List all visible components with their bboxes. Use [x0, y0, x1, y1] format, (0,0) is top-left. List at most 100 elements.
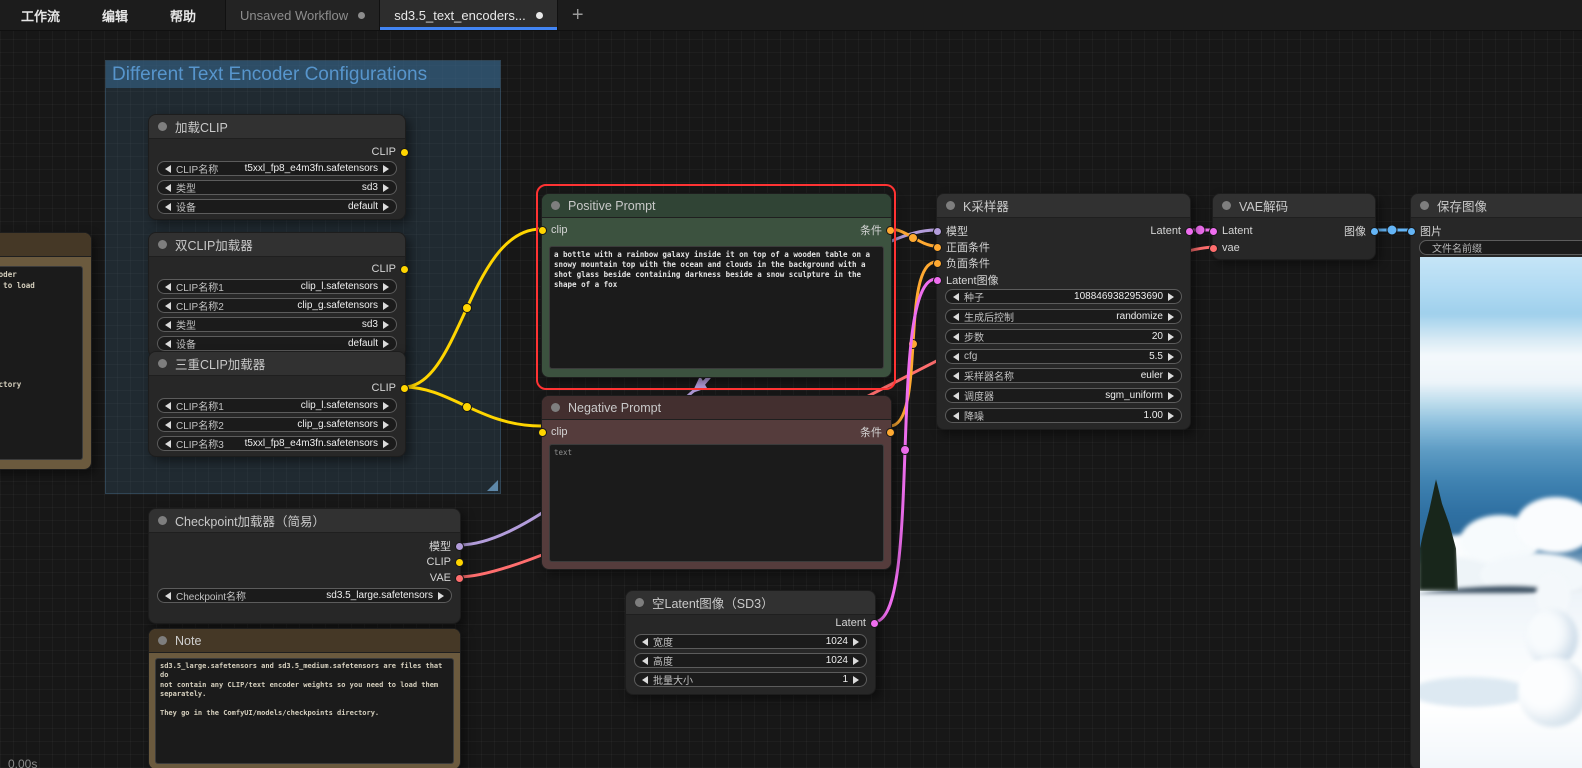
input-dot-latent[interactable] [933, 276, 942, 285]
widget-right-arrow-icon[interactable] [1168, 333, 1174, 341]
prompt-textarea[interactable]: text [549, 444, 884, 562]
input-dot-positive[interactable] [933, 243, 942, 252]
node-empty-latent-sd3[interactable]: 空Latent图像（SD3） Latent 宽度1024 高度1024 批量大小… [625, 590, 876, 695]
widget-left-arrow-icon[interactable] [953, 412, 959, 420]
node-load-clip[interactable]: 加载CLIP CLIP CLIP名称t5xxl_fp8_e4m3fn.safet… [148, 114, 406, 220]
widget-control-after-generate[interactable]: 生成后控制randomize [945, 309, 1182, 324]
collapse-dot-icon[interactable] [158, 359, 167, 368]
widget-left-arrow-icon[interactable] [953, 392, 959, 400]
node-title-bar[interactable]: Negative Prompt [542, 396, 891, 420]
widget-right-arrow-icon[interactable] [383, 283, 389, 291]
generated-image-preview[interactable] [1420, 257, 1582, 768]
widget-batch-size[interactable]: 批量大小1 [634, 672, 867, 687]
output-dot-latent[interactable] [1185, 227, 1194, 236]
widget-right-arrow-icon[interactable] [1168, 293, 1174, 301]
node-title-bar[interactable]: VAE解码 [1213, 194, 1375, 218]
output-dot-latent[interactable] [870, 619, 879, 628]
node-checkpoint-loader[interactable]: Checkpoint加载器（简易） 模型 CLIP VAE Checkpoint… [148, 508, 461, 624]
widget-right-arrow-icon[interactable] [383, 321, 389, 329]
widget-right-arrow-icon[interactable] [1168, 412, 1174, 420]
widget-left-arrow-icon[interactable] [953, 333, 959, 341]
node-title-bar[interactable]: 三重CLIP加载器 [149, 352, 405, 376]
node-title-bar[interactable]: K采样器 [937, 194, 1190, 218]
node-title-bar[interactable]: Positive Prompt [542, 194, 891, 218]
collapse-dot-icon[interactable] [158, 516, 167, 525]
widget-right-arrow-icon[interactable] [383, 184, 389, 192]
collapse-dot-icon[interactable] [946, 201, 955, 210]
widget-type[interactable]: 类型sd3 [157, 180, 397, 195]
node-title-bar[interactable]: 空Latent图像（SD3） [626, 591, 875, 615]
widget-left-arrow-icon[interactable] [642, 657, 648, 665]
unsaved-indicator-icon[interactable] [536, 12, 543, 19]
widget-right-arrow-icon[interactable] [853, 638, 859, 646]
widget-device[interactable]: 设备default [157, 199, 397, 214]
widget-checkpoint-name[interactable]: Checkpoint名称sd3.5_large.safetensors [157, 588, 452, 603]
widget-filename-prefix[interactable]: 文件名前缀 [1419, 240, 1582, 255]
note-textarea[interactable]: sd3.5_large.safetensors and sd3.5_medium… [155, 658, 454, 764]
collapse-dot-icon[interactable] [158, 122, 167, 131]
widget-clip-name2[interactable]: CLIP名称2clip_g.safetensors [157, 298, 397, 313]
widget-left-arrow-icon[interactable] [165, 203, 171, 211]
node-title-bar[interactable]: Checkpoint加载器（简易） [149, 509, 460, 533]
widget-height[interactable]: 高度1024 [634, 653, 867, 668]
widget-right-arrow-icon[interactable] [383, 421, 389, 429]
node-vae-decode[interactable]: VAE解码 Latent vae 图像 [1212, 193, 1376, 260]
widget-left-arrow-icon[interactable] [953, 353, 959, 361]
widget-right-arrow-icon[interactable] [1168, 313, 1174, 321]
node-ksampler[interactable]: K采样器 模型 正面条件 负面条件 Latent图像 Latent 种子1088… [936, 193, 1191, 430]
menu-help[interactable]: 帮助 [149, 0, 217, 30]
widget-right-arrow-icon[interactable] [383, 340, 389, 348]
output-dot-conditioning[interactable] [886, 428, 895, 437]
widget-left-arrow-icon[interactable] [165, 165, 171, 173]
widget-right-arrow-icon[interactable] [1168, 353, 1174, 361]
widget-left-arrow-icon[interactable] [165, 340, 171, 348]
widget-right-arrow-icon[interactable] [383, 203, 389, 211]
collapse-dot-icon[interactable] [1420, 201, 1429, 210]
collapse-dot-icon[interactable] [551, 201, 560, 210]
unsaved-indicator-icon[interactable] [358, 12, 365, 19]
widget-right-arrow-icon[interactable] [383, 440, 389, 448]
output-dot-image[interactable] [1370, 227, 1379, 236]
node-note-clipped[interactable]: nt text encoder can see how to load se f… [0, 232, 92, 470]
widget-steps[interactable]: 步数20 [945, 329, 1182, 344]
widget-right-arrow-icon[interactable] [438, 592, 444, 600]
new-tab-button[interactable]: + [558, 0, 598, 30]
widget-right-arrow-icon[interactable] [1168, 392, 1174, 400]
widget-clip-name1[interactable]: CLIP名称1clip_l.safetensors [157, 279, 397, 294]
widget-left-arrow-icon[interactable] [165, 402, 171, 410]
node-triple-clip-loader[interactable]: 三重CLIP加载器 CLIP CLIP名称1clip_l.safetensors… [148, 351, 406, 457]
input-dot-clip[interactable] [538, 428, 547, 437]
collapse-dot-icon[interactable] [158, 240, 167, 249]
widget-width[interactable]: 宽度1024 [634, 634, 867, 649]
widget-right-arrow-icon[interactable] [383, 402, 389, 410]
input-dot-latent[interactable] [1209, 227, 1218, 236]
menu-workflow[interactable]: 工作流 [0, 0, 81, 30]
widget-left-arrow-icon[interactable] [165, 321, 171, 329]
menu-edit[interactable]: 编辑 [81, 0, 149, 30]
node-title-bar[interactable] [0, 233, 91, 257]
widget-left-arrow-icon[interactable] [953, 313, 959, 321]
node-dual-clip-loader[interactable]: 双CLIP加载器 CLIP CLIP名称1clip_l.safetensors … [148, 232, 406, 358]
widget-left-arrow-icon[interactable] [165, 592, 171, 600]
widget-denoise[interactable]: 降噪1.00 [945, 408, 1182, 423]
input-dot-clip[interactable] [538, 226, 547, 235]
output-dot-clip[interactable] [400, 265, 409, 274]
output-dot-vae[interactable] [455, 574, 464, 583]
widget-left-arrow-icon[interactable] [642, 638, 648, 646]
collapse-dot-icon[interactable] [635, 598, 644, 607]
widget-right-arrow-icon[interactable] [383, 302, 389, 310]
widget-sampler-name[interactable]: 采样器名称euler [945, 368, 1182, 383]
widget-clip-name1[interactable]: CLIP名称1clip_l.safetensors [157, 398, 397, 413]
widget-right-arrow-icon[interactable] [1168, 372, 1174, 380]
widget-seed[interactable]: 种子1088469382953690 [945, 289, 1182, 304]
tab-sd35-text-encoders[interactable]: sd3.5_text_encoders... [380, 0, 558, 30]
widget-right-arrow-icon[interactable] [853, 676, 859, 684]
widget-right-arrow-icon[interactable] [383, 165, 389, 173]
input-dot-model[interactable] [933, 227, 942, 236]
collapse-dot-icon[interactable] [158, 636, 167, 645]
prompt-textarea[interactable]: a bottle with a rainbow galaxy inside it… [549, 246, 884, 369]
widget-left-arrow-icon[interactable] [165, 283, 171, 291]
widget-left-arrow-icon[interactable] [165, 184, 171, 192]
output-dot-conditioning[interactable] [886, 226, 895, 235]
input-dot-vae[interactable] [1209, 244, 1218, 253]
